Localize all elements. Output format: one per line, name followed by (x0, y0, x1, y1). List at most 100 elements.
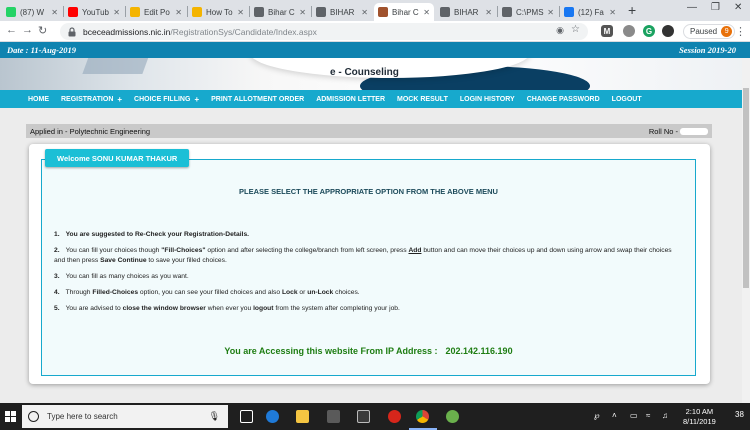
browser-tab[interactable]: BIHAR ✕ (436, 3, 496, 21)
instruction-text: from the system after completing your jo… (273, 305, 400, 312)
main-menu: HOME REGISTRATION + CHOICE FILLING + PRINT AL… (0, 90, 750, 108)
tab-title: Bihar C (392, 7, 419, 17)
browser-tab[interactable]: Edit Po ✕ (126, 3, 186, 21)
taskbar-search-box[interactable]: Type here to search 🎙 (22, 405, 228, 428)
profile-paused-button[interactable]: Paused 9 (683, 24, 736, 39)
browser-tab[interactable]: Bihar C ✕ (374, 3, 434, 21)
menu-item-print-allotment-order[interactable]: PRINT ALLOTMENT ORDER (211, 96, 304, 103)
store-icon[interactable] (357, 410, 370, 423)
tab-favicon-icon (316, 7, 326, 17)
tab-favicon-icon (192, 7, 202, 17)
instruction-text: Through (65, 289, 93, 296)
tab-close-icon[interactable]: ✕ (175, 8, 182, 17)
new-tab-button[interactable]: + (628, 2, 636, 18)
instruction-text: Add (408, 247, 422, 254)
tab-close-icon[interactable]: ✕ (237, 8, 244, 17)
tab-close-icon[interactable]: ✕ (299, 8, 306, 17)
instruction-number: 5. (54, 305, 60, 312)
page-scrollbar[interactable] (742, 58, 750, 403)
extension-m-icon[interactable]: M (601, 25, 613, 37)
instruction-text: when ever you (205, 305, 254, 312)
instruction-item: 2. You can fill your choices though "Fill… (54, 246, 682, 266)
chrome-icon[interactable] (416, 410, 429, 423)
minimize-window-button[interactable]: — (687, 2, 697, 13)
instruction-text: You are suggested to Re-Check your Regis… (65, 231, 250, 238)
show-hidden-icons[interactable]: ˄ (612, 411, 617, 420)
cortana-icon (28, 411, 39, 422)
tab-close-icon[interactable]: ✕ (361, 8, 368, 17)
tab-favicon-icon (68, 7, 78, 17)
file-explorer-icon[interactable] (296, 410, 309, 423)
tab-title: How To (206, 7, 233, 17)
menu-item-choice-filling[interactable]: CHOICE FILLING + (134, 95, 199, 104)
browser-toolbar: ← → ↻ bceceadmissions.nic.in/Registratio… (0, 21, 750, 42)
edge-icon[interactable] (266, 410, 279, 423)
forward-arrow-icon[interactable]: → (22, 24, 33, 36)
browser-tab[interactable]: (87) W ✕ (2, 3, 62, 21)
instruction-item: 4. Through Filled-Choices option, you can… (54, 288, 682, 298)
tab-close-icon[interactable]: ✕ (485, 8, 492, 17)
date-text: Date : 11-Aug-2019 (7, 45, 76, 55)
windows-start-icon[interactable] (5, 411, 16, 422)
expand-plus-icon: + (117, 94, 123, 104)
camera-blocked-icon[interactable]: ◉ (556, 25, 564, 36)
menu-item-home[interactable]: HOME (28, 96, 49, 103)
menu-kebab-icon[interactable]: ⋮ (735, 25, 746, 38)
lock-icon[interactable] (66, 26, 78, 38)
browser-tab[interactable]: C:\PMS ✕ (498, 3, 558, 21)
extension-dark-icon[interactable] (662, 25, 674, 37)
menu-item-registration[interactable]: REGISTRATION + (61, 95, 122, 104)
opera-icon[interactable] (388, 410, 401, 423)
instruction-text: You are advised to (65, 305, 123, 312)
microphone-icon[interactable]: 🎙 (209, 411, 220, 422)
browser-tab[interactable]: BIHAR ✕ (312, 3, 372, 21)
tab-close-icon[interactable]: ✕ (423, 8, 430, 17)
extension-grammarly-icon[interactable]: G (643, 25, 655, 37)
system-clock[interactable]: 2:10 AM 8/11/2019 (683, 407, 716, 427)
mail-icon[interactable] (327, 410, 340, 423)
browser-tab[interactable]: Bihar C ✕ (250, 3, 310, 21)
tab-title: C:\PMS (516, 7, 544, 17)
menu-item-login-history[interactable]: LOGIN HISTORY (460, 96, 515, 103)
extension-circle-icon[interactable] (623, 25, 635, 37)
instruction-text: or (297, 289, 308, 296)
tab-title: BIHAR (454, 7, 479, 17)
menu-item-change-password[interactable]: CHANGE PASSWORD (527, 96, 600, 103)
volume-icon[interactable]: ♫ (662, 411, 668, 420)
banner-title: e - Counseling (330, 67, 399, 78)
app-icon[interactable] (446, 410, 459, 423)
menu-item-mock-result[interactable]: MOCK RESULT (397, 96, 448, 103)
tab-close-icon[interactable]: ✕ (547, 8, 554, 17)
close-window-button[interactable]: ✕ (734, 2, 742, 13)
tab-favicon-icon (6, 7, 16, 17)
tab-close-icon[interactable]: ✕ (609, 8, 616, 17)
scrollbar-thumb[interactable] (743, 88, 749, 288)
address-bar[interactable]: bceceadmissions.nic.in/RegistrationSys/C… (60, 23, 588, 40)
clock-date: 8/11/2019 (683, 417, 716, 426)
tab-favicon-icon (130, 7, 140, 17)
tab-title: Bihar C (268, 7, 295, 17)
back-arrow-icon[interactable]: ← (6, 24, 17, 36)
tab-close-icon[interactable]: ✕ (113, 8, 120, 17)
bookmark-star-icon[interactable]: ☆ (571, 24, 580, 35)
notification-center-icon[interactable]: 38 (735, 410, 744, 419)
people-icon[interactable]: ℘ (594, 411, 600, 420)
task-view-icon[interactable] (240, 410, 253, 423)
reload-icon[interactable]: ↻ (38, 24, 47, 37)
roll-number-label: Roll No - (648, 127, 678, 136)
menu-item-logout[interactable]: LOGOUT (612, 96, 642, 103)
browser-tab[interactable]: (12) Fa ✕ (560, 3, 620, 21)
battery-icon[interactable]: ▭ (630, 411, 638, 420)
tab-favicon-icon (254, 7, 264, 17)
browser-tab[interactable]: How To ✕ (188, 3, 248, 21)
instruction-number: 1. (54, 231, 60, 238)
browser-tab-strip: (87) W ✕ YouTub ✕ Edit Po ✕ How To ✕ Bihar C ✕ BIH… (0, 0, 750, 21)
tab-title: BIHAR (330, 7, 355, 17)
browser-tab[interactable]: YouTub ✕ (64, 3, 124, 21)
page-content: Date : 11-Aug-2019 Session 2019-20 e - C… (0, 42, 750, 403)
tab-separator (559, 6, 560, 17)
wifi-icon[interactable]: ≈ (646, 411, 650, 420)
restore-window-button[interactable]: ❐ (711, 2, 720, 13)
tab-close-icon[interactable]: ✕ (51, 8, 58, 17)
menu-item-admission-letter[interactable]: ADMISSION LETTER (316, 96, 385, 103)
